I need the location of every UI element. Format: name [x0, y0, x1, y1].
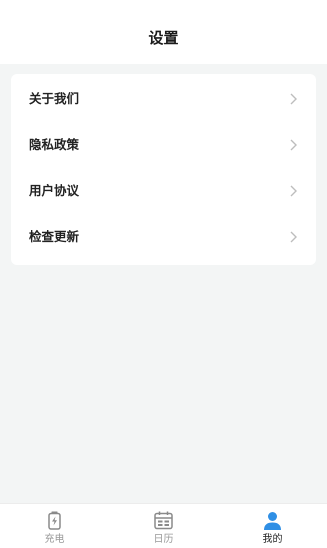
menu-item-label: 检查更新 — [29, 229, 80, 244]
chevron-right-icon — [290, 231, 297, 243]
menu-item-label: 关于我们 — [29, 91, 80, 106]
tab-label: 我的 — [262, 534, 283, 545]
chevron-right-icon — [290, 185, 297, 197]
menu-item-privacy-policy[interactable]: 隐私政策 — [11, 122, 316, 168]
header-bar: 设置 — [0, 0, 327, 64]
menu-item-check-update[interactable]: 检查更新 — [11, 214, 316, 260]
tab-mine[interactable]: 我的 — [218, 504, 327, 548]
battery-charging-icon — [48, 511, 61, 530]
bottom-tab-bar: 充电 日历 我的 — [0, 503, 327, 548]
page-title: 设置 — [148, 29, 179, 47]
tab-label: 日历 — [153, 534, 174, 545]
tab-charging[interactable]: 充电 — [0, 504, 109, 548]
user-icon — [264, 512, 281, 530]
calendar-icon — [154, 511, 173, 530]
settings-menu: 关于我们 隐私政策 用户协议 检查更新 — [11, 74, 316, 265]
tab-calendar[interactable]: 日历 — [109, 504, 218, 548]
chevron-right-icon — [290, 93, 297, 105]
menu-item-about-us[interactable]: 关于我们 — [11, 76, 316, 122]
tab-label: 充电 — [44, 534, 65, 545]
menu-item-label: 隐私政策 — [29, 137, 80, 152]
menu-item-label: 用户协议 — [29, 183, 80, 198]
chevron-right-icon — [290, 139, 297, 151]
menu-item-user-agreement[interactable]: 用户协议 — [11, 168, 316, 214]
